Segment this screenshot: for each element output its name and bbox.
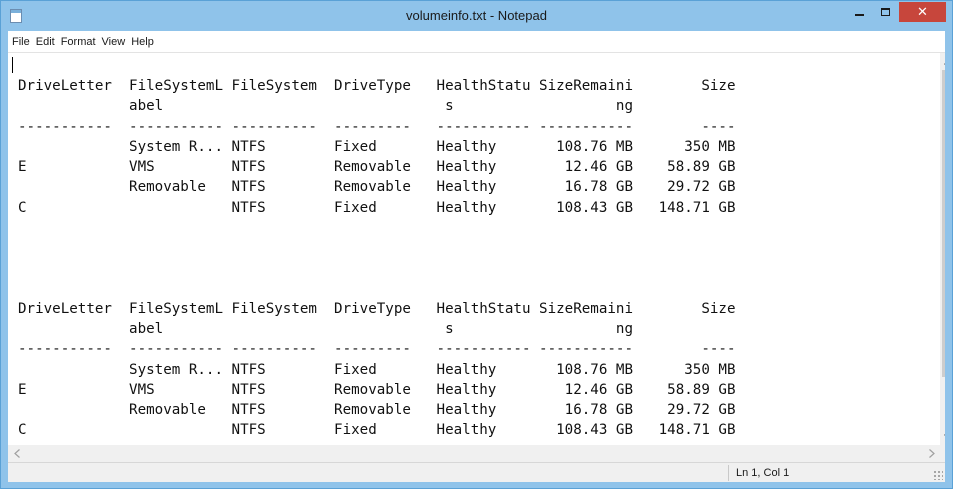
scrollbar-corner	[940, 445, 945, 462]
vertical-scroll-thumb[interactable]	[942, 70, 945, 377]
menu-format[interactable]: Format	[57, 36, 98, 48]
title-bar[interactable]: volumeinfo.txt - Notepad ✕	[1, 1, 952, 31]
document-text: DriveLetter FileSystemL FileSystem Drive…	[18, 78, 736, 439]
minimize-icon	[854, 14, 864, 16]
chevron-left-icon[interactable]	[8, 445, 25, 462]
close-button[interactable]: ✕	[899, 2, 946, 22]
chevron-up-icon[interactable]	[940, 53, 945, 70]
text-area[interactable]: DriveLetter FileSystemL FileSystem Drive…	[8, 53, 940, 445]
maximize-button[interactable]	[872, 2, 898, 22]
chevron-right-icon[interactable]	[923, 445, 940, 462]
status-bar: Ln 1, Col 1	[8, 462, 945, 482]
chevron-down-icon[interactable]	[940, 428, 945, 445]
resize-grip-icon[interactable]	[933, 470, 943, 480]
vertical-scrollbar[interactable]	[940, 53, 945, 445]
menu-bar: File Edit Format View Help	[8, 31, 945, 53]
notepad-window: volumeinfo.txt - Notepad ✕ File Edit For…	[0, 0, 953, 489]
window-title: volumeinfo.txt - Notepad	[406, 8, 547, 23]
horizontal-scrollbar[interactable]	[8, 445, 940, 462]
close-icon: ✕	[917, 4, 928, 20]
menu-view[interactable]: View	[98, 36, 128, 48]
cursor-position: Ln 1, Col 1	[736, 467, 790, 479]
minimize-button[interactable]	[846, 2, 872, 22]
maximize-icon	[880, 8, 890, 16]
menu-edit[interactable]: Edit	[32, 36, 57, 48]
status-divider	[728, 465, 729, 481]
menu-help[interactable]: Help	[127, 36, 156, 48]
text-caret	[12, 57, 13, 73]
menu-file[interactable]: File	[8, 36, 32, 48]
editor: DriveLetter FileSystemL FileSystem Drive…	[8, 53, 945, 462]
